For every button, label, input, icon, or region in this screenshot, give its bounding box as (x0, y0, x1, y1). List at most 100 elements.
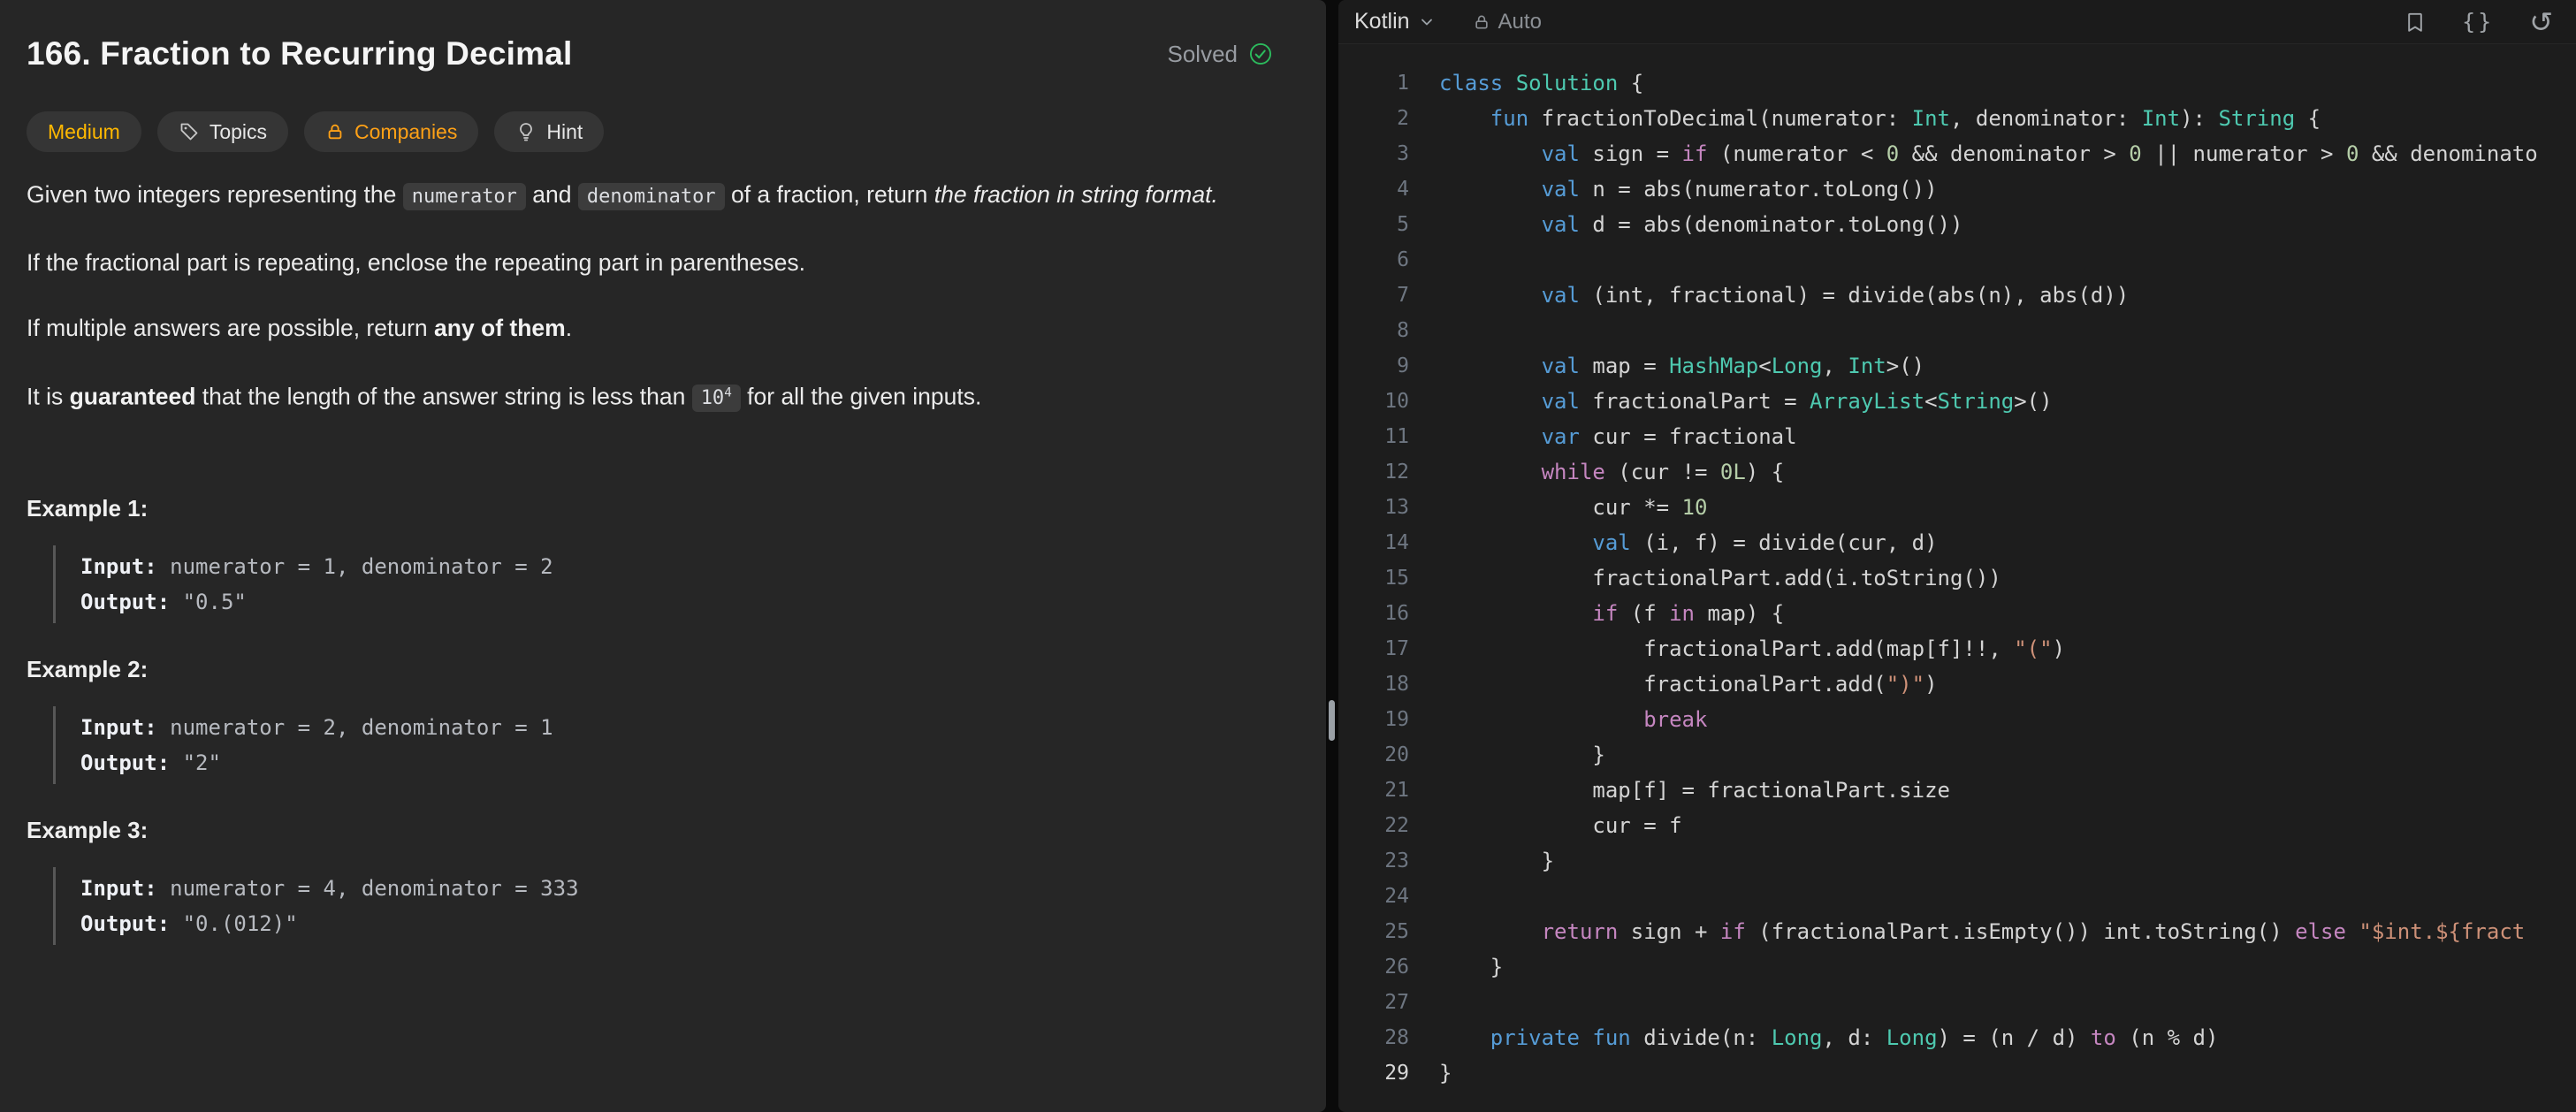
example-block: Input: numerator = 4, denominator = 333O… (53, 867, 1273, 945)
code-line: 20 } (1338, 737, 2576, 773)
editor-toolbar: Kotlin Auto {} ↺ (1338, 0, 2576, 44)
text-segment: Given two integers representing the (27, 181, 403, 208)
check-circle-icon (1248, 42, 1273, 66)
line-number: 4 (1338, 171, 1409, 207)
code-text: fractionalPart.add(map[f]!!, "(") (1409, 631, 2065, 666)
code-token: fractionalPart.add( (1439, 672, 1886, 697)
text-segment: of a fraction, return (725, 181, 934, 208)
line-number: 10 (1338, 384, 1409, 419)
io-label: Input: (80, 715, 157, 740)
solved-badge: Solved (1168, 41, 1274, 68)
line-number: 17 (1338, 631, 1409, 666)
reset-code-button[interactable]: ↺ (2529, 8, 2553, 36)
io-label: Output: (80, 590, 170, 614)
code-token: 0 (2129, 141, 2141, 166)
line-number: 18 (1338, 666, 1409, 702)
code-token (1439, 141, 1542, 166)
io-label: Input: (80, 554, 157, 579)
bookmark-button[interactable] (2404, 11, 2427, 34)
code-line: 11 var cur = fractional (1338, 419, 2576, 454)
code-token: map[f] = fractionalPart.size (1439, 778, 1950, 803)
code-line: 5 val d = abs(denominator.toLong()) (1338, 207, 2576, 242)
code-token: (numerator < (1720, 141, 1886, 166)
code-line: 14 val (i, f) = divide(cur, d) (1338, 525, 2576, 560)
text-segment: that the length of the answer string is … (195, 383, 691, 409)
code-line: 24 (1338, 879, 2576, 914)
description-paragraph: It is guaranteed that the length of the … (27, 372, 1264, 420)
example-input: Input: numerator = 4, denominator = 333 (80, 871, 1273, 906)
code-token (1439, 1025, 1490, 1050)
problem-panel: 166. Fraction to Recurring Decimal Solve… (0, 0, 1326, 1112)
code-token: Long (1772, 354, 1823, 378)
code-token (1439, 354, 1542, 378)
code-text (1409, 313, 1439, 348)
code-token: val (1542, 141, 1593, 166)
hint-button[interactable]: Hint (494, 111, 604, 152)
code-text: val sign = if (numerator < 0 && denomina… (1409, 136, 2538, 171)
code-token: val (1542, 354, 1593, 378)
code-text: val n = abs(numerator.toLong()) (1409, 171, 1938, 207)
code-token: < (1924, 389, 1937, 414)
line-number: 14 (1338, 525, 1409, 560)
example-output: Output: "0.5" (80, 584, 1273, 620)
code-line: 7 val (int, fractional) = divide(abs(n),… (1338, 278, 2576, 313)
format-code-button[interactable]: {} (2462, 9, 2494, 34)
code-token: fun (1490, 106, 1542, 131)
panel-divider[interactable] (1326, 0, 1338, 1112)
code-area[interactable]: 1class Solution {2 fun fractionToDecimal… (1338, 44, 2576, 1112)
code-token: (int, fractional) = divide(abs(n), abs(d… (1592, 283, 2129, 308)
code-token: < (1758, 354, 1771, 378)
text-segment: It is (27, 383, 70, 409)
code-token: ) = (n / d) (1938, 1025, 2091, 1050)
code-token: } (1439, 849, 1554, 873)
code-text: if (f in map) { (1409, 596, 1784, 631)
line-number: 19 (1338, 702, 1409, 737)
code-token: map = (1592, 354, 1669, 378)
line-number: 20 (1338, 737, 1409, 773)
code-token: } (1439, 743, 1605, 767)
code-editor-panel: Kotlin Auto {} ↺ 1class Solution {2 fun … (1338, 0, 2576, 1112)
topics-button[interactable]: Topics (157, 111, 288, 152)
code-token: n = abs(numerator.toLong()) (1592, 177, 1937, 202)
text-segment: and (526, 181, 578, 208)
code-line: 21 map[f] = fractionalPart.size (1338, 773, 2576, 808)
text-segment: If the fractional part is repeating, enc… (27, 249, 805, 276)
code-token (1439, 106, 1490, 131)
chevron-down-icon (1418, 13, 1436, 31)
code-token: 10 (1682, 495, 1708, 520)
code-token: (cur != (1618, 460, 1720, 484)
code-token (1439, 601, 1592, 626)
reset-icon: ↺ (2529, 8, 2553, 36)
code-token: var (1542, 424, 1593, 449)
code-text: private fun divide(n: Long, d: Long) = (… (1409, 1020, 2218, 1055)
code-token: && denominato (2359, 141, 2537, 166)
language-selector[interactable]: Kotlin (1354, 9, 1436, 34)
description-paragraph: Given two integers representing the nume… (27, 173, 1264, 218)
code-text: val (int, fractional) = divide(abs(n), a… (1409, 278, 2129, 313)
auto-mode-toggle[interactable]: Auto (1473, 10, 1542, 34)
code-token: val (1542, 283, 1593, 308)
code-token: 0 (2346, 141, 2359, 166)
example-label: Example 3: (27, 816, 1273, 844)
code-line: 23 } (1338, 843, 2576, 879)
companies-button[interactable]: Companies (304, 111, 478, 152)
code-text: class Solution { (1409, 65, 1643, 101)
code-token: HashMap (1669, 354, 1758, 378)
page-title: 166. Fraction to Recurring Decimal (27, 35, 1168, 72)
example-input: Input: numerator = 2, denominator = 1 (80, 710, 1273, 745)
code-text: } (1409, 1055, 1452, 1091)
code-token: , d: (1822, 1025, 1886, 1050)
code-token (1439, 177, 1542, 202)
examples-section: Example 1:Input: numerator = 1, denomina… (27, 494, 1273, 945)
code-token (1439, 212, 1542, 237)
code-token: (f (1631, 601, 1669, 626)
code-token: if (1720, 919, 1758, 944)
resize-handle[interactable] (1329, 700, 1335, 741)
code-token: } (1439, 1061, 1452, 1085)
code-token: cur = fractional (1592, 424, 1796, 449)
difficulty-badge[interactable]: Medium (27, 111, 141, 152)
code-text: val fractionalPart = ArrayList<String>() (1409, 384, 2053, 419)
problem-header: 166. Fraction to Recurring Decimal Solve… (27, 35, 1273, 72)
code-token (1439, 424, 1542, 449)
code-text: fun fractionToDecimal(numerator: Int, de… (1409, 101, 2321, 136)
